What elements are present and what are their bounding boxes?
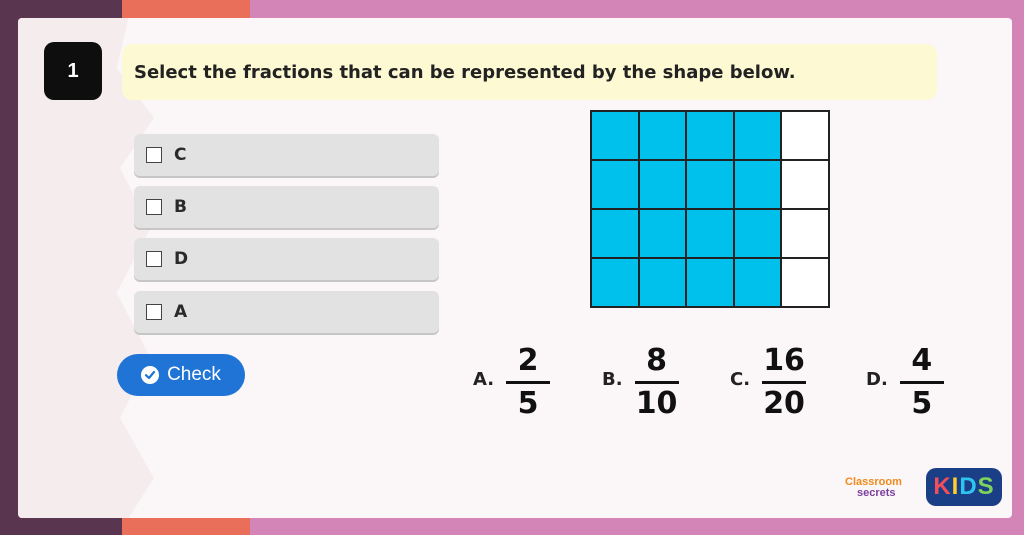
choice-c: C. 16 20 — [730, 343, 807, 422]
grid-cell-shaded — [733, 111, 782, 160]
fraction-bar — [634, 381, 679, 384]
checkbox[interactable] — [146, 304, 162, 320]
grid-cell-shaded — [591, 209, 639, 258]
grid-cell-shaded — [733, 160, 782, 209]
grid-cell-shaded — [591, 111, 639, 160]
grid-cell-shaded — [686, 111, 734, 160]
choice-b: B. 8 10 — [602, 343, 679, 422]
grid-cell-shaded — [591, 160, 639, 209]
grid-cell-shaded — [591, 258, 639, 307]
choice-letter: D. — [866, 369, 888, 390]
fraction: 4 5 — [899, 343, 944, 422]
grid-cell-shaded — [638, 209, 687, 258]
option-label: C — [174, 145, 187, 165]
question-number: 1 — [44, 42, 102, 100]
numerator: 2 — [517, 343, 539, 378]
option-b[interactable]: B — [134, 186, 439, 228]
fraction-bar — [762, 381, 807, 384]
check-circle-icon — [141, 366, 160, 384]
fraction: 16 20 — [762, 343, 807, 422]
option-label: B — [174, 197, 187, 217]
grid-cell-shaded — [686, 160, 734, 209]
fraction-bar — [506, 381, 551, 384]
denominator: 20 — [763, 386, 805, 421]
numerator: 8 — [646, 343, 667, 378]
option-c[interactable]: C — [134, 134, 439, 176]
grid-cell-unshaded — [781, 160, 829, 209]
logo-line-2: secrets — [857, 487, 896, 499]
numerator: 4 — [911, 343, 933, 378]
choice-letter: C. — [730, 369, 751, 390]
option-d[interactable]: D — [134, 238, 439, 280]
fraction: 8 10 — [634, 343, 679, 422]
fraction-bar — [899, 381, 944, 384]
checkbox[interactable] — [146, 251, 162, 267]
kids-letter: D — [959, 473, 978, 500]
grid-cell-shaded — [686, 258, 734, 307]
checkbox[interactable] — [146, 147, 162, 163]
grid-cell-shaded — [638, 160, 687, 209]
grid-cell-unshaded — [781, 258, 829, 307]
grid-cell-unshaded — [781, 209, 829, 258]
grid-cell-shaded — [686, 209, 734, 258]
grid-cell-unshaded — [781, 111, 829, 160]
check-label: Check — [167, 364, 221, 385]
numerator: 16 — [763, 343, 805, 378]
question-card: 1 Select the fractions that can be repre… — [18, 18, 1012, 518]
denominator: 5 — [517, 386, 539, 421]
choice-letter: B. — [602, 369, 623, 390]
choice-d: D. 4 5 — [866, 343, 944, 422]
kids-letter: S — [977, 473, 995, 500]
grid-cell-shaded — [638, 258, 687, 307]
kids-letter: I — [951, 473, 960, 500]
kids-letter: K — [933, 473, 952, 500]
denominator: 5 — [911, 386, 933, 421]
choice-a: A. 2 5 — [473, 343, 551, 422]
option-label: D — [174, 249, 189, 269]
classroom-secrets-logo: Classroom secrets — [845, 476, 917, 502]
grid-cell-shaded — [733, 209, 782, 258]
option-a[interactable]: A — [134, 291, 439, 333]
grid-cell-shaded — [638, 111, 687, 160]
denominator: 10 — [635, 386, 678, 421]
check-button[interactable]: Check — [117, 354, 245, 396]
grid-cell-shaded — [733, 258, 782, 307]
checkbox[interactable] — [146, 199, 162, 215]
fraction-shape-grid — [590, 110, 830, 308]
fraction: 2 5 — [506, 343, 551, 422]
option-label: A — [174, 302, 188, 322]
kids-logo: KIDS — [926, 468, 1002, 506]
question-prompt: Select the fractions that can be represe… — [122, 44, 937, 100]
choice-letter: A. — [473, 369, 495, 390]
